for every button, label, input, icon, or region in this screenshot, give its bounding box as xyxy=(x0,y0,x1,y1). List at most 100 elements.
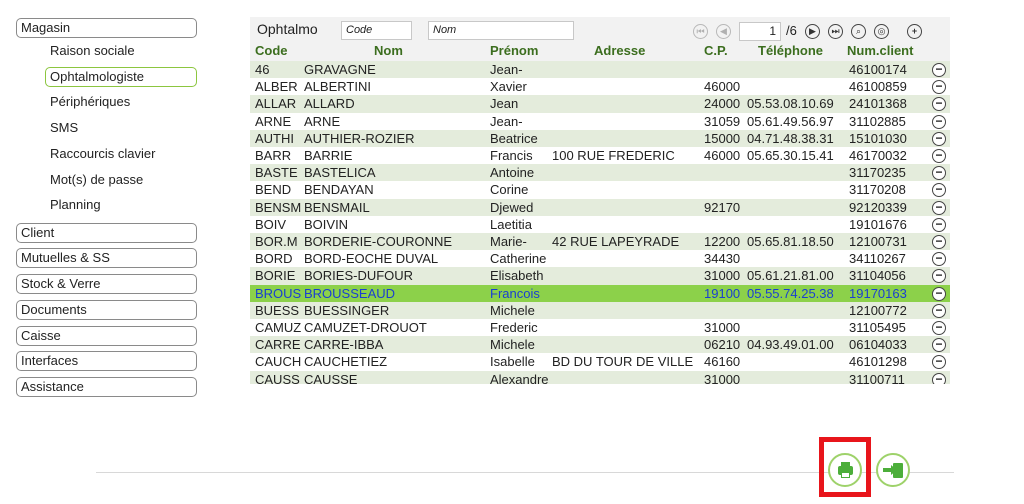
table-cell: 46000 xyxy=(704,148,741,163)
table-cell: Laetitia xyxy=(490,216,532,232)
remove-icon[interactable]: − xyxy=(932,114,946,129)
code-filter-input[interactable]: Code xyxy=(341,21,412,40)
table-row[interactable]: BENSM BENSMAIL Djewed 92170 92120339 − xyxy=(250,198,950,216)
table-row[interactable]: BARR BARRIE Francis 100 RUE FREDERIC 46000 05… xyxy=(250,147,950,165)
sidebar-item-assistance[interactable]: Assistance xyxy=(16,377,197,397)
remove-icon[interactable]: − xyxy=(932,235,946,249)
sidebar-item-documents[interactable]: Documents xyxy=(16,300,197,320)
remove-icon[interactable]: − xyxy=(932,303,946,318)
first-page-icon[interactable]: ⏮ xyxy=(693,24,708,39)
next-page-icon[interactable]: ▶ xyxy=(805,24,820,39)
table-cell: 31059 xyxy=(704,113,741,129)
table-cell: ARNE xyxy=(304,113,341,129)
table-cell: 31104056 xyxy=(849,268,906,284)
remove-icon[interactable]: − xyxy=(932,183,946,198)
remove-icon[interactable]: − xyxy=(932,200,946,215)
remove-icon[interactable]: − xyxy=(932,217,946,232)
table-cell: 12100772 xyxy=(849,302,907,318)
table-cell: BORIE xyxy=(255,268,296,284)
search-icon[interactable]: ⌕ xyxy=(851,24,866,39)
table-cell: 05.53.08.10.69 xyxy=(747,96,834,112)
remove-icon[interactable]: − xyxy=(932,355,946,370)
table-row[interactable]: CAUSS CAUSSE Alexandre 31000 31100711 − xyxy=(250,370,950,384)
nom-filter-input[interactable]: Nom xyxy=(428,21,574,40)
page-number-input[interactable]: 1 xyxy=(739,22,781,41)
print-button[interactable] xyxy=(828,453,862,487)
sidebar-item-client[interactable]: Client xyxy=(16,223,197,243)
table-row[interactable]: BOIV BOIVIN Laetitia 19101676 − xyxy=(250,215,950,233)
remove-icon[interactable]: − xyxy=(932,131,946,146)
table-row[interactable]: CAUCH CAUCHETIEZ Isabelle BD DU TOUR DE VIL… xyxy=(250,353,950,371)
remove-icon[interactable]: − xyxy=(932,252,946,267)
sidebar-subitem-sms[interactable]: SMS xyxy=(50,120,78,136)
table-row[interactable]: AUTHI AUTHIER-ROZIER Beatrice 15000 04.71.48… xyxy=(250,129,950,147)
table-cell: 04.71.48.38.31 xyxy=(747,130,834,146)
add-icon[interactable]: + xyxy=(907,24,922,39)
sidebar-subitem-mots-de-passe[interactable]: Mot(s) de passe xyxy=(50,172,143,188)
table-row[interactable]: ALBER ALBERTINI Xavier 46000 46100859 − xyxy=(250,78,950,96)
table-cell: BASTELICA xyxy=(304,165,376,181)
table-cell: BROUSSEAUD xyxy=(304,285,396,301)
refresh-icon[interactable]: ◎ xyxy=(874,24,889,39)
remove-icon[interactable]: − xyxy=(932,63,946,77)
sidebar-item-magasin[interactable]: Magasin xyxy=(16,18,197,38)
remove-icon[interactable]: − xyxy=(932,80,946,95)
remove-icon[interactable]: − xyxy=(932,166,946,181)
remove-icon[interactable]: − xyxy=(932,149,946,163)
table-row[interactable]: CAMUZ CAMUZET-DROUOT Frederic 31000 31105495… xyxy=(250,319,950,337)
sidebar-item-interfaces[interactable]: Interfaces xyxy=(16,351,197,371)
table-cell: Djewed xyxy=(490,199,534,215)
remove-icon[interactable]: − xyxy=(932,97,946,112)
table-cell: 31105495 xyxy=(849,320,906,335)
table-row[interactable]: BORD BORD-EOCHE DUVAL Catherine 34430 341102… xyxy=(250,250,950,268)
table-cell: 31000 xyxy=(704,320,741,335)
table-cell: Beatrice xyxy=(490,130,538,146)
sidebar-item-caisse[interactable]: Caisse xyxy=(16,326,197,346)
table-row[interactable]: BORIE BORIES-DUFOUR Elisabeth 31000 05.61.21… xyxy=(250,267,950,285)
table-row[interactable]: BASTE BASTELICA Antoine 31170235 − xyxy=(250,164,950,182)
table-cell: GRAVAGNE xyxy=(304,62,376,77)
sidebar-subitem-raison-sociale[interactable]: Raison sociale xyxy=(50,43,135,59)
table-cell: Marie- xyxy=(490,234,527,249)
table-cell: 15000 xyxy=(704,130,741,146)
table-cell: 100 RUE FREDERIC xyxy=(552,148,675,163)
sidebar-subitem-ophtalmologiste[interactable]: Ophtalmologiste xyxy=(45,67,197,87)
table-cell: 19170163 xyxy=(849,285,907,301)
table-row[interactable]: CARRE CARRE-IBBA Michele 06210 04.93.49.01.0… xyxy=(250,336,950,354)
table-cell: Xavier xyxy=(490,79,527,95)
printer-icon-paper xyxy=(841,472,850,478)
sidebar-item-mutuelles[interactable]: Mutuelles & SS xyxy=(16,248,197,268)
table-cell: ARNE xyxy=(255,113,292,129)
sidebar-subitem-peripheriques[interactable]: Périphériques xyxy=(50,94,130,110)
table-row[interactable]: BUESS BUESSINGER Michele 12100772 − xyxy=(250,301,950,319)
table-cell: 06210 xyxy=(704,337,741,353)
sidebar-subitem-planning[interactable]: Planning xyxy=(50,197,101,213)
table-cell: Catherine xyxy=(490,251,547,267)
remove-icon[interactable]: − xyxy=(932,372,946,384)
panel-title: Ophtalmo xyxy=(257,21,318,37)
sidebar-subitem-raccourcis-clavier[interactable]: Raccourcis clavier xyxy=(50,146,155,162)
exit-button[interactable] xyxy=(876,453,910,487)
table-cell: AUTHIER-ROZIER xyxy=(304,130,415,146)
table-cell: Michele xyxy=(490,337,535,353)
table-row[interactable]: ALLAR ALLARD Jean 24000 05.53.08.10.69 241013… xyxy=(250,95,950,113)
table-row[interactable]: BROUS BROUSSEAUD Francois 19100 05.55.74.25.… xyxy=(250,284,950,302)
table-row[interactable]: 46 GRAVAGNE Jean- 46100174 − xyxy=(250,61,950,79)
table-row[interactable]: BEND BENDAYAN Corine 31170208 − xyxy=(250,181,950,199)
remove-icon[interactable]: − xyxy=(932,269,946,284)
remove-icon[interactable]: − xyxy=(932,286,946,301)
table-row[interactable]: BOR.M BORDERIE-COURONNE Marie- 42 RUE LAPEY… xyxy=(250,233,950,251)
remove-icon[interactable]: − xyxy=(932,338,946,353)
remove-icon[interactable]: − xyxy=(932,321,946,335)
sidebar-item-stock-verre[interactable]: Stock & Verre xyxy=(16,274,197,294)
table-cell: 19100 xyxy=(704,285,741,301)
last-page-icon[interactable]: ⏭ xyxy=(828,24,843,39)
table-cell: ALLARD xyxy=(304,96,355,112)
table-cell: BARR xyxy=(255,148,292,163)
table-row[interactable]: ARNE ARNE Jean- 31059 05.61.49.56.97 31102885… xyxy=(250,112,950,130)
prev-page-icon[interactable]: ◀ xyxy=(716,24,731,39)
table-cell: CAMUZET-DROUOT xyxy=(304,320,427,335)
table-cell: BASTE xyxy=(255,165,298,181)
table-cell: CAUSSE xyxy=(304,371,358,384)
table-cell: BENSM xyxy=(255,199,302,215)
